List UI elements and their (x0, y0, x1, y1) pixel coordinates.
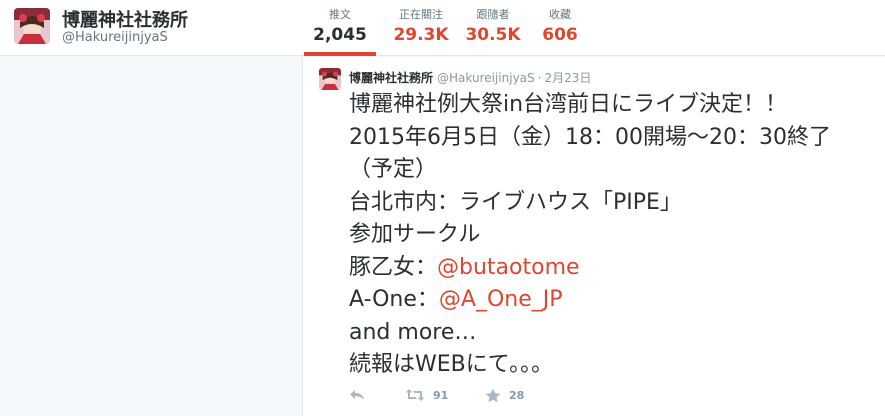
profile-header: 博麗神社社務所 @HakureijinjyaS 推文 2,045 正在關注 29… (0, 0, 885, 56)
stat-followers[interactable]: 跟隨者 30.5K (460, 8, 526, 56)
tweet-time-separator: · (537, 71, 542, 85)
stat-followers-label: 跟隨者 (476, 8, 510, 21)
tweet-author-handle[interactable]: @HakureijinjyaS (437, 71, 535, 85)
tweet-line: 博麗神社例大祭in台湾前日にライブ決定！！ (349, 92, 788, 117)
tweet-timestamp[interactable]: 2月23日 (544, 71, 591, 85)
tweet-line: 続報はWEBにて。。。 (349, 352, 554, 377)
left-column (0, 57, 302, 416)
tweet-line: （予定） (349, 157, 438, 182)
tweet-line: 台北市内：ライブハウス「PIPE」 (349, 189, 682, 215)
tweet-line: 2015年6月5日（金）18：00開場～20：30終了 (349, 124, 831, 150)
stat-tweets-label: 推文 (329, 8, 351, 21)
tweet-author-name[interactable]: 博麗神社社務所 (349, 71, 433, 85)
retweet-button[interactable]: 91 (405, 385, 448, 405)
mention-link-butaotome[interactable]: @butaotome (437, 255, 580, 280)
stat-tweets-value: 2,045 (313, 25, 367, 45)
star-icon (485, 388, 501, 402)
reply-icon (350, 390, 364, 400)
tweet-text: 博麗神社例大祭in台湾前日にライブ決定！！ 2015年6月5日（金）18：00開… (349, 89, 879, 382)
stat-following[interactable]: 正在關注 29.3K (386, 8, 456, 56)
profile-name[interactable]: 博麗神社社務所 (62, 6, 188, 32)
reply-button[interactable] (349, 385, 365, 405)
circle-name-a-one: A-One： (349, 287, 439, 312)
stat-tweets[interactable]: 推文 2,045 (304, 8, 376, 56)
stat-favorites-label: 收藏 (549, 8, 571, 21)
stat-following-label: 正在關注 (399, 8, 443, 21)
tweet-line: 参加サークル (349, 222, 481, 247)
tweet-card[interactable]: 博麗神社社務所 @HakureijinjyaS · 2月23日 博麗神社例大祭in台湾… (302, 57, 885, 416)
favorite-count: 28 (509, 388, 525, 402)
tweet-line: and more… (349, 319, 477, 345)
stat-followers-value: 30.5K (465, 25, 521, 45)
retweet-count: 91 (433, 388, 449, 402)
tweet-line: 豚乙女：@butaotome (349, 252, 879, 285)
tweet-line: A-One：@A_One_JP (349, 284, 879, 317)
stat-favorites[interactable]: 收藏 606 (536, 8, 584, 56)
stat-favorites-value: 606 (542, 25, 578, 45)
circle-name-butaotome: 豚乙女： (349, 254, 438, 280)
favorite-button[interactable]: 28 (485, 385, 524, 405)
tweet-avatar[interactable] (319, 68, 341, 90)
retweet-icon (405, 389, 425, 401)
profile-avatar[interactable] (14, 8, 50, 44)
tweet-header: 博麗神社社務所 @HakureijinjyaS · 2月23日 (349, 69, 591, 86)
stat-following-value: 29.3K (393, 25, 449, 45)
profile-handle[interactable]: @HakureijinjyaS (62, 30, 168, 45)
mention-link-a-one[interactable]: @A_One_JP (439, 287, 563, 312)
